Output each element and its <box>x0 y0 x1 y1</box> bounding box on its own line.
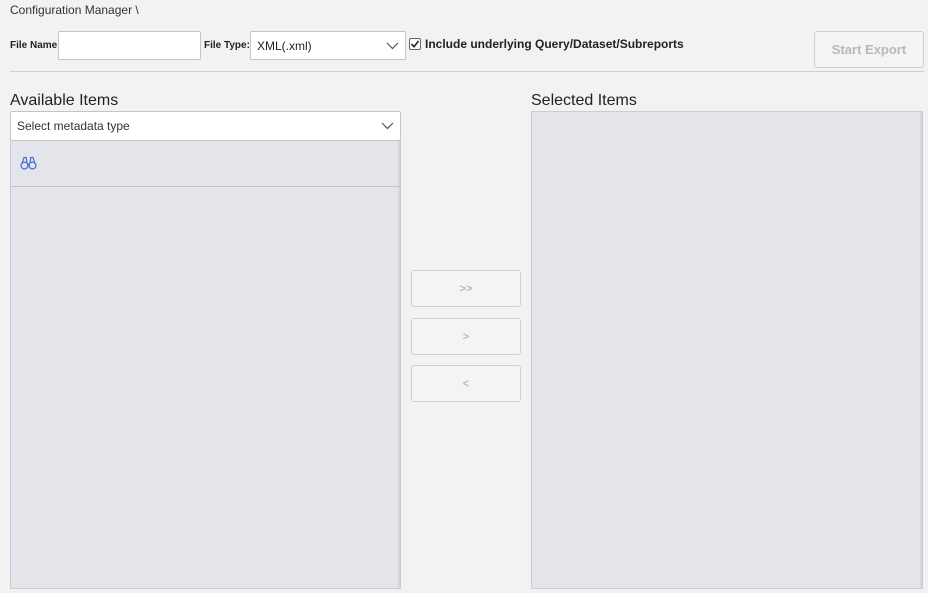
metadata-type-value: Select metadata type <box>17 119 130 133</box>
divider <box>10 71 924 72</box>
file-name-label: File Name <box>10 40 58 51</box>
file-type-select[interactable]: XML(.xml) <box>250 31 406 60</box>
start-export-button[interactable]: Start Export <box>814 31 924 68</box>
chevron-down-icon <box>380 121 394 131</box>
file-type-label: File Type: <box>204 40 250 51</box>
binoculars-icon[interactable] <box>20 155 38 171</box>
available-items-title: Available Items <box>10 92 119 109</box>
include-underlying-label[interactable]: Include underlying Query/Dataset/Subrepo… <box>425 37 684 51</box>
move-selected-left-button[interactable]: < <box>411 365 521 402</box>
move-selected-right-button[interactable]: > <box>411 318 521 355</box>
selected-items-title: Selected Items <box>531 92 637 109</box>
move-all-right-button[interactable]: >> <box>411 270 521 307</box>
include-underlying-checkbox[interactable] <box>409 38 421 50</box>
breadcrumb[interactable]: Configuration Manager \ <box>10 3 139 17</box>
available-items-list[interactable] <box>10 141 401 589</box>
file-type-value: XML(.xml) <box>257 38 312 53</box>
selected-items-list[interactable] <box>531 111 923 589</box>
checkmark-icon <box>410 40 420 49</box>
chevron-down-icon <box>385 41 399 51</box>
file-name-input[interactable] <box>58 31 201 60</box>
search-row <box>11 141 400 187</box>
export-page: Configuration Manager \ File Name File T… <box>0 0 928 593</box>
metadata-type-select[interactable]: Select metadata type <box>10 111 401 141</box>
